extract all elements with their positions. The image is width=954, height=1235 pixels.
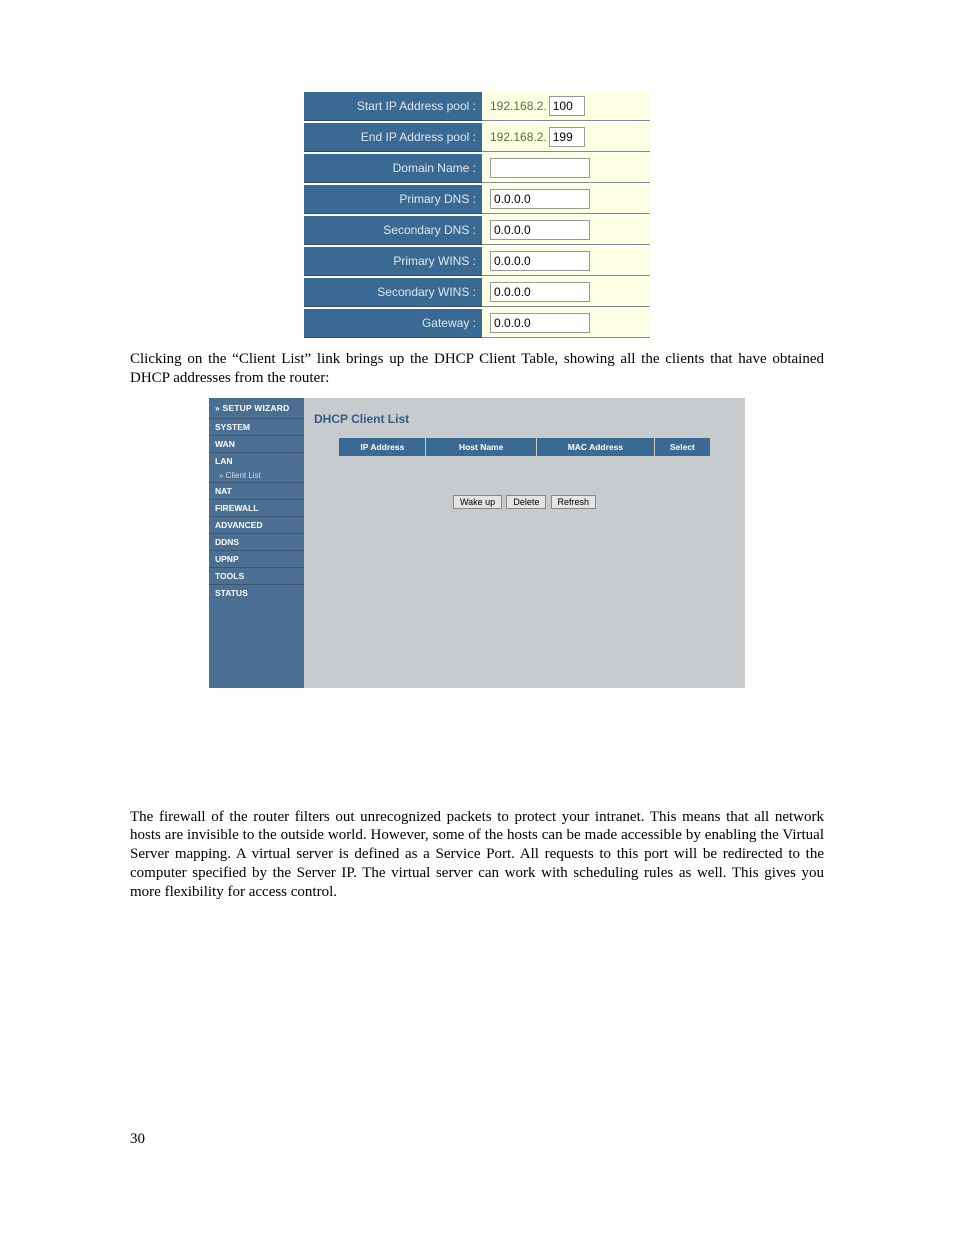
sidebar-item[interactable]: NAT [209,482,304,499]
router-ui: » SETUP WIZARD SYSTEMWANLAN» Client List… [209,398,745,688]
settings-field [482,216,650,245]
settings-label: Start IP Address pool : [304,92,482,121]
sidebar-item[interactable]: ADVANCED [209,516,304,533]
sidebar-item[interactable]: UPnP [209,550,304,567]
settings-input[interactable] [549,127,585,147]
settings-field [482,247,650,276]
sidebar-item[interactable]: SYSTEM [209,418,304,435]
paragraph-firewall: The firewall of the router filters out u… [130,808,824,902]
refresh-button[interactable]: Refresh [551,495,597,509]
settings-input[interactable] [490,220,590,240]
settings-input[interactable] [490,158,590,178]
settings-row: Start IP Address pool : 192.168.2. [304,92,650,121]
sidebar-setup-wizard[interactable]: » SETUP WIZARD [209,398,304,418]
settings-label: Primary WINS : [304,247,482,276]
content-pane: DHCP Client List IP AddressHost NameMAC … [304,398,745,688]
settings-input[interactable] [490,282,590,302]
settings-field [482,278,650,307]
sidebar-item[interactable]: STATUS [209,584,304,601]
settings-label: Primary DNS : [304,185,482,214]
settings-field [482,309,650,338]
sidebar-item[interactable]: LAN [209,452,304,469]
settings-label: End IP Address pool : [304,123,482,152]
ip-prefix: 192.168.2. [490,130,547,144]
ip-prefix: 192.168.2. [490,99,547,113]
settings-row: Gateway : [304,309,650,338]
settings-row: Primary WINS : [304,247,650,276]
column-header: MAC Address [536,438,654,456]
settings-row: Secondary DNS : [304,216,650,245]
settings-row: Domain Name : [304,154,650,183]
paragraph-client-list: Clicking on the “Client List” link bring… [130,350,824,388]
settings-row: Secondary WINS : [304,278,650,307]
column-header: IP Address [339,438,426,456]
sidebar-item[interactable]: FIREWALL [209,499,304,516]
delete-button[interactable]: Delete [506,495,546,509]
page-number: 30 [130,1131,824,1148]
settings-label: Domain Name : [304,154,482,183]
settings-input[interactable] [490,251,590,271]
settings-field: 192.168.2. [482,92,650,121]
sidebar: » SETUP WIZARD SYSTEMWANLAN» Client List… [209,398,304,688]
settings-label: Secondary WINS : [304,278,482,307]
column-header: Select [655,438,710,456]
sidebar-item[interactable]: WAN [209,435,304,452]
settings-label: Secondary DNS : [304,216,482,245]
settings-row: End IP Address pool : 192.168.2. [304,123,650,152]
settings-input[interactable] [490,189,590,209]
content-title: DHCP Client List [304,398,745,436]
sidebar-item[interactable]: DDNS [209,533,304,550]
settings-field [482,154,650,183]
wake-up-button[interactable]: Wake up [453,495,502,509]
settings-field: 192.168.2. [482,123,650,152]
dhcp-client-table: IP AddressHost NameMAC AddressSelect [339,438,709,456]
settings-input[interactable] [549,96,585,116]
settings-label: Gateway : [304,309,482,338]
sidebar-subitem[interactable]: » Client List [209,469,304,482]
sidebar-item[interactable]: TOOLS [209,567,304,584]
settings-field [482,185,650,214]
settings-row: Primary DNS : [304,185,650,214]
dhcp-settings-table: Start IP Address pool :192.168.2.End IP … [304,90,650,340]
column-header: Host Name [426,438,536,456]
settings-input[interactable] [490,313,590,333]
